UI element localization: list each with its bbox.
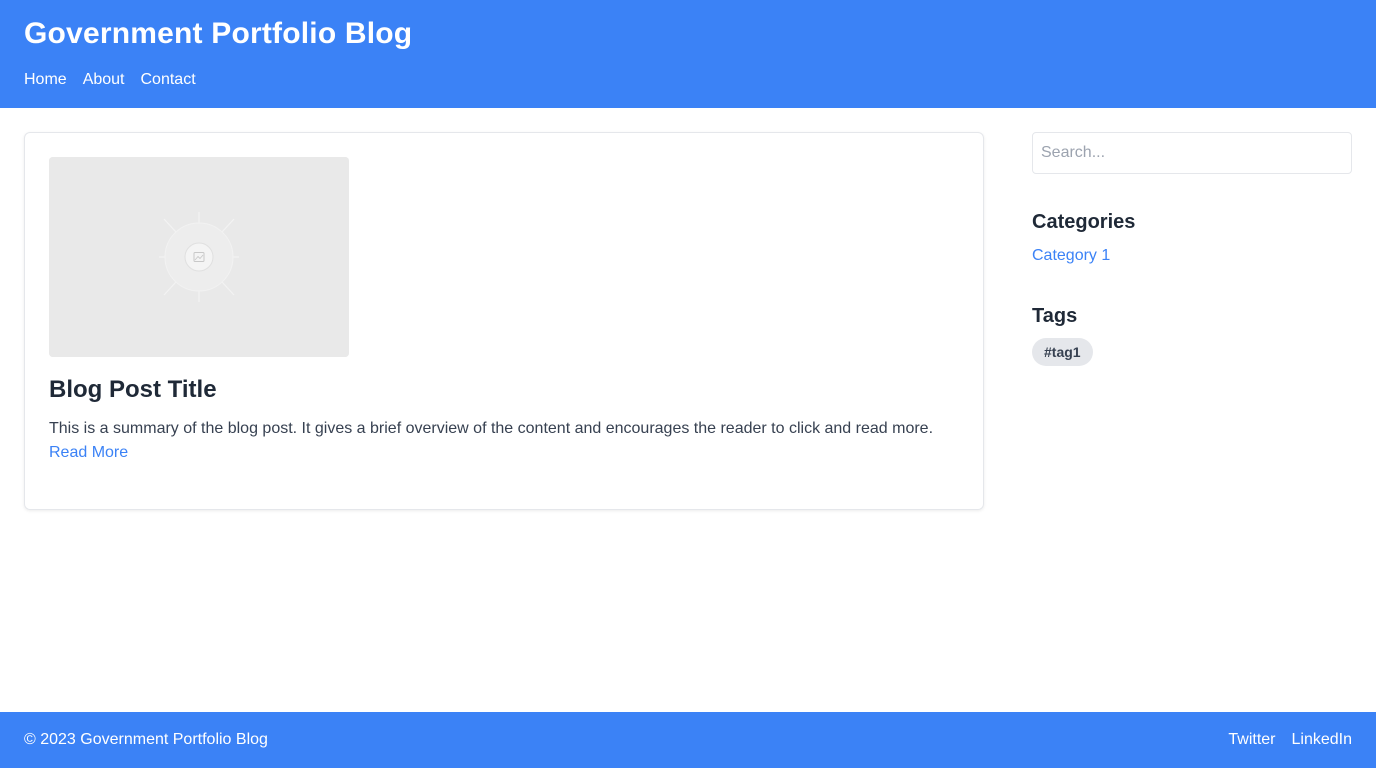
twitter-link[interactable]: Twitter [1228,728,1275,752]
nav-link-home[interactable]: Home [24,68,67,92]
nav-link-about[interactable]: About [83,68,125,92]
blog-post-card: Blog Post Title This is a summary of the… [24,132,984,510]
category-link[interactable]: Category 1 [1032,244,1110,268]
tags-list: #tag1 [1032,330,1352,366]
site-footer: © 2023 Government Portfolio Blog Twitter… [0,712,1376,768]
main-nav: Home About Contact [24,68,1352,92]
image-placeholder-icon [49,157,349,357]
tags-heading: Tags [1032,305,1078,327]
tag-chip[interactable]: #tag1 [1032,338,1093,366]
footer-links: Twitter LinkedIn [1228,728,1352,752]
site-header: Government Portfolio Blog Home About Con… [0,0,1376,108]
nav-link-contact[interactable]: Contact [141,68,196,92]
sidebar: Categories Category 1 Tags #tag1 [1032,132,1352,366]
read-more-link[interactable]: Read More [49,441,128,465]
linkedin-link[interactable]: LinkedIn [1292,728,1353,752]
site-title: Government Portfolio Blog [24,17,413,50]
post-title[interactable]: Blog Post Title [49,374,959,406]
categories-list: Category 1 [1032,236,1352,268]
copyright-text: © 2023 Government Portfolio Blog [24,731,268,748]
categories-heading: Categories [1032,211,1136,233]
search-input[interactable] [1032,132,1352,174]
post-summary: This is a summary of the blog post. It g… [49,420,934,437]
